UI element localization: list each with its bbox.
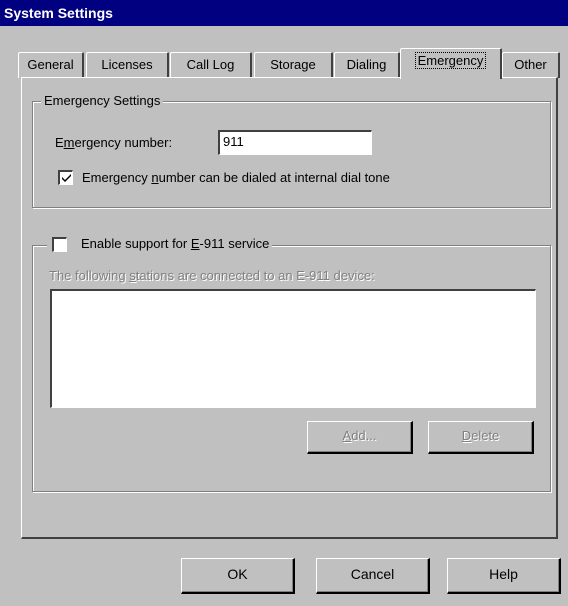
tab-storage[interactable]: Storage bbox=[254, 52, 333, 78]
help-button[interactable]: Help bbox=[447, 558, 561, 594]
tab-call-log-label: Call Log bbox=[186, 57, 235, 72]
tab-other-label: Other bbox=[514, 57, 547, 72]
help-label: Help bbox=[489, 566, 518, 582]
enable-e911-checkbox[interactable] bbox=[52, 237, 67, 252]
stations-label: The following stations are connected to … bbox=[49, 268, 375, 283]
internal-dial-tone-label[interactable]: Emergency number can be dialed at intern… bbox=[82, 170, 390, 186]
tab-emergency[interactable]: Emergency bbox=[400, 48, 502, 79]
internal-dial-tone-checkbox[interactable] bbox=[58, 170, 73, 185]
tab-licenses-label: Licenses bbox=[101, 57, 153, 72]
cancel-button[interactable]: Cancel bbox=[316, 558, 430, 594]
tab-general-label: General bbox=[27, 57, 74, 72]
e911-legend: Enable support for E-911 service bbox=[47, 236, 273, 252]
title-bar: System Settings bbox=[0, 0, 568, 26]
add-button[interactable]: Add... bbox=[307, 421, 413, 454]
emergency-number-value: 911 bbox=[223, 134, 244, 149]
stations-listbox[interactable] bbox=[50, 289, 536, 408]
tab-storage-label: Storage bbox=[270, 57, 316, 72]
enable-e911-label[interactable]: Enable support for E-911 service bbox=[81, 236, 269, 251]
tab-general[interactable]: General bbox=[18, 52, 84, 78]
cancel-label: Cancel bbox=[350, 566, 395, 582]
window-title: System Settings bbox=[4, 5, 113, 21]
emergency-number-label: Emergency number: bbox=[55, 135, 173, 150]
ok-label: OK bbox=[227, 566, 248, 582]
ok-button[interactable]: OK bbox=[181, 558, 295, 594]
emergency-settings-group: Emergency Settings Emergency number: 911… bbox=[32, 93, 551, 208]
tab-strip: General Licenses Call Log Storage Dialin… bbox=[18, 48, 564, 79]
tab-other[interactable]: Other bbox=[502, 52, 560, 78]
emergency-settings-legend: Emergency Settings bbox=[41, 93, 164, 109]
check-mark-icon bbox=[62, 174, 71, 182]
emergency-tab-panel: Emergency Settings Emergency number: 911… bbox=[21, 77, 558, 539]
dialog-window: General Licenses Call Log Storage Dialin… bbox=[0, 26, 568, 606]
delete-button[interactable]: Delete bbox=[428, 421, 534, 454]
tab-dialing-label: Dialing bbox=[346, 57, 387, 72]
tab-call-log[interactable]: Call Log bbox=[170, 52, 252, 78]
tab-licenses[interactable]: Licenses bbox=[86, 52, 169, 78]
emergency-number-input[interactable]: 911 bbox=[218, 130, 372, 155]
tab-dialing[interactable]: Dialing bbox=[334, 52, 400, 78]
tab-emergency-label: Emergency bbox=[414, 52, 487, 69]
e911-group: Enable support for E-911 service The fol… bbox=[32, 236, 551, 492]
